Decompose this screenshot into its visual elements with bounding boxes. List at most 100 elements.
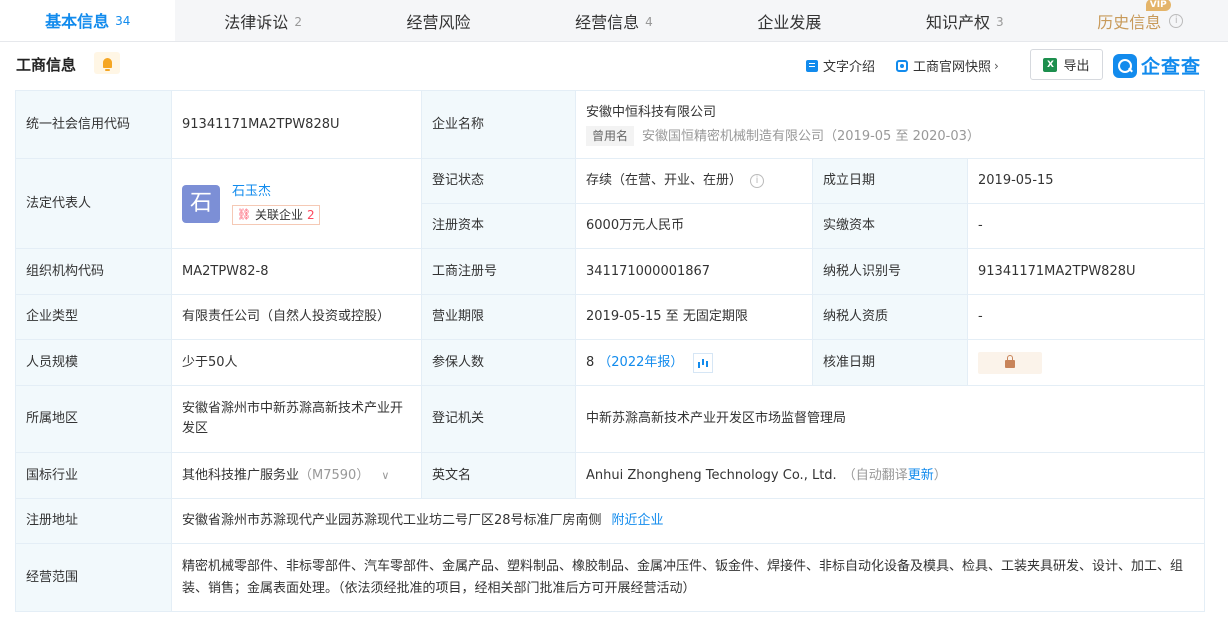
reg-capital-label: 注册资本: [422, 204, 576, 249]
tab-label: 基本信息: [45, 11, 110, 31]
credit-code-value: 91341171MA2TPW828U: [172, 91, 422, 159]
insured-cell: 8 （2022年报）: [576, 340, 813, 386]
former-name-row: 曾用名 安徽国恒精密机械制造有限公司（2019-05 至 2020-03）: [586, 125, 980, 147]
text-intro-button[interactable]: 文字介绍: [806, 56, 875, 75]
paid-capital-value: -: [968, 204, 1205, 249]
org-code-label: 组织机构代码: [16, 249, 172, 295]
bell-icon[interactable]: [94, 52, 120, 74]
industry-cell[interactable]: 其他科技推广服务业 （M7590） ∨: [172, 453, 422, 499]
approval-date-cell: [968, 340, 1205, 386]
nearby-companies-link[interactable]: 附近企业: [612, 511, 664, 531]
tab-count: 3: [996, 15, 1004, 29]
reg-status-value: 存续（在营、开业、在册）: [586, 173, 743, 188]
industry-label: 国标行业: [16, 453, 172, 499]
biz-term-value: 2019-05-15 至 无固定期限: [576, 295, 813, 340]
company-type-value: 有限责任公司（自然人投资或控股）: [172, 295, 422, 340]
snapshot-button[interactable]: 工商官网快照 ›: [896, 56, 999, 75]
info-icon[interactable]: i: [1169, 13, 1184, 28]
qichacha-logo: 企查查: [1113, 52, 1201, 79]
legal-rep-cell: 石 石玉杰 ⛓ 关联企业 2: [172, 159, 422, 249]
tab-legal[interactable]: 法律诉讼 2: [175, 0, 350, 41]
tab-label: 历史信息: [1097, 12, 1162, 32]
tab-label: 经营风险: [406, 12, 471, 32]
legal-rep-info: 石玉杰 ⛓ 关联企业 2: [232, 182, 320, 225]
credit-code-label: 统一社会信用代码: [16, 91, 172, 159]
related-count: 2: [306, 208, 315, 222]
reg-status-cell: 存续（在营、开业、在册） i: [576, 159, 813, 204]
annual-report-link[interactable]: （2022年报）: [598, 353, 683, 373]
info-icon[interactable]: i: [750, 174, 765, 188]
tab-development[interactable]: 企业发展: [702, 0, 877, 41]
tab-risk[interactable]: 经营风险: [351, 0, 526, 41]
export-button[interactable]: X 导出: [1030, 49, 1103, 80]
taxpayer-qual-value: -: [968, 295, 1205, 340]
biz-term-label: 营业期限: [422, 295, 576, 340]
former-name-value: 安徽国恒精密机械制造有限公司（2019-05 至 2020-03）: [642, 128, 980, 144]
reg-authority-label: 登记机关: [422, 386, 576, 453]
vip-badge: VIP: [1145, 0, 1171, 11]
biz-reg-no-label: 工商注册号: [422, 249, 576, 295]
staff-size-value: 少于50人: [172, 340, 422, 386]
export-label: 导出: [1063, 59, 1090, 74]
paid-capital-label: 实缴资本: [813, 204, 968, 249]
close-paren: ）: [933, 467, 947, 483]
logo-icon: [1113, 53, 1137, 78]
tab-label: 经营信息: [575, 12, 640, 32]
found-date-label: 成立日期: [813, 159, 968, 204]
tab-label: 知识产权: [925, 12, 990, 32]
reg-address-cell: 安徽省滁州市苏滁现代产业园苏滁现代工业坊二号厂区28号标准厂房南侧 附近企业: [172, 499, 1205, 544]
industry-code: （M7590）: [299, 467, 370, 483]
insured-label: 参保人数: [422, 340, 576, 386]
camera-icon: [896, 59, 908, 72]
org-code-value: MA2TPW82-8: [172, 249, 422, 295]
related-companies-button[interactable]: ⛓ 关联企业 2: [232, 205, 320, 225]
tab-count: 2: [294, 15, 302, 29]
english-name-value: Anhui Zhongheng Technology Co., Ltd.: [586, 467, 837, 483]
logo-text: 企查查: [1141, 56, 1202, 78]
taxpayer-id-value: 91341171MA2TPW828U: [968, 249, 1205, 295]
taxpayer-id-label: 纳税人识别号: [813, 249, 968, 295]
tab-history[interactable]: VIP 历史信息 i: [1053, 0, 1228, 41]
biz-reg-no-value: 341171000001867: [576, 249, 813, 295]
auto-translate-note: （自动翻译: [842, 467, 908, 483]
vip-locked-value[interactable]: [978, 351, 1042, 374]
legal-rep-label: 法定代表人: [16, 159, 172, 249]
text-intro-label: 文字介绍: [823, 60, 876, 75]
related-label: 关联企业: [254, 208, 303, 222]
tab-count: 34: [115, 14, 131, 28]
chevron-down-icon: ∨: [381, 468, 390, 482]
update-link[interactable]: 更新: [908, 466, 934, 486]
chevron-right-icon: ›: [994, 58, 999, 73]
english-name-cell: Anhui Zhongheng Technology Co., Ltd. （自动翻…: [576, 453, 1205, 499]
company-name-value: 安徽中恒科技有限公司: [586, 104, 717, 120]
chart-icon[interactable]: [693, 352, 714, 373]
approval-date-label: 核准日期: [813, 340, 968, 386]
section-header: 工商信息 文字介绍 工商官网快照 › X 导出 企查查: [0, 44, 1228, 88]
biz-scope-label: 经营范围: [16, 544, 172, 612]
section-title: 工商信息: [16, 56, 77, 74]
legal-rep-name[interactable]: 石玉杰: [232, 182, 320, 202]
tab-label: 法律诉讼: [224, 12, 289, 32]
staff-size-label: 人员规模: [16, 340, 172, 386]
network-icon: ⛓: [237, 208, 251, 221]
tab-ip[interactable]: 知识产权 3: [877, 0, 1052, 41]
tab-basic-info[interactable]: 基本信息 34: [0, 0, 176, 41]
industry-value: 其他科技推广服务业: [182, 467, 300, 483]
reg-address-label: 注册地址: [16, 499, 172, 544]
former-name-tag: 曾用名: [586, 125, 635, 146]
tab-bar: 基本信息 34 法律诉讼 2 经营风险 经营信息 4 企业发展 知识产权 3 VIP 历…: [0, 0, 1228, 42]
reg-status-label: 登记状态: [422, 159, 576, 204]
found-date-value: 2019-05-15: [968, 159, 1205, 204]
snapshot-label: 工商官网快照: [913, 60, 992, 75]
reg-address-value: 安徽省滁州市苏滁现代产业园苏滁现代工业坊二号厂区28号标准厂房南侧: [182, 513, 602, 528]
taxpayer-qual-label: 纳税人资质: [813, 295, 968, 340]
company-name-cell: 安徽中恒科技有限公司 曾用名 安徽国恒精密机械制造有限公司（2019-05 至 2…: [576, 91, 1205, 159]
region-label: 所属地区: [16, 386, 172, 453]
lock-icon: [1005, 355, 1015, 368]
tab-business-info[interactable]: 经营信息 4: [526, 0, 701, 41]
excel-icon: X: [1043, 57, 1058, 72]
reg-authority-value: 中新苏滁高新技术产业开发区市场监督管理局: [576, 386, 1205, 453]
english-name-label: 英文名: [422, 453, 576, 499]
document-icon: [806, 59, 818, 72]
region-value: 安徽省滁州市中新苏滁高新技术产业开发区: [172, 386, 422, 453]
